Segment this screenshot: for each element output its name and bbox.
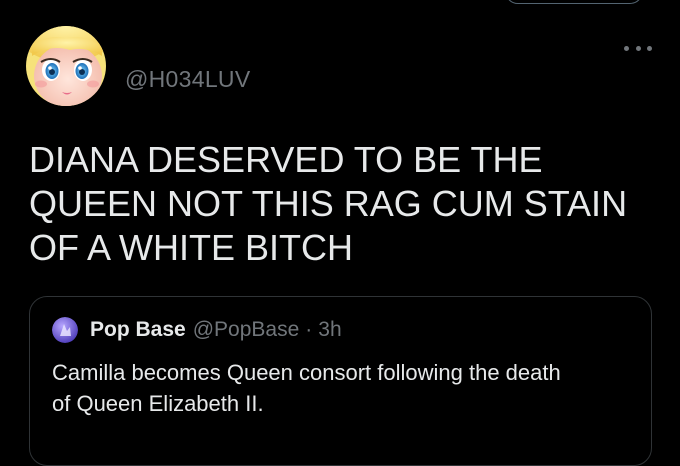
more-dot bbox=[635, 45, 641, 51]
top-button-edge[interactable] bbox=[505, 0, 643, 4]
tweet-text: DIANA DESERVED TO BE THE QUEEN NOT THIS … bbox=[29, 138, 659, 270]
header-separator: · bbox=[305, 318, 313, 341]
quoted-author-handle[interactable]: @PopBase bbox=[193, 318, 300, 342]
peach-avatar-icon[interactable] bbox=[26, 26, 106, 106]
quoted-text-line: of Queen Elizabeth II. bbox=[52, 391, 264, 416]
tweet-text-line: OF A WHITE BITCH bbox=[29, 227, 354, 268]
more-dot bbox=[624, 45, 629, 51]
author-handle[interactable]: @H034LUV bbox=[125, 66, 250, 93]
quoted-timestamp[interactable]: 3h bbox=[318, 318, 341, 342]
more-dot bbox=[647, 45, 652, 51]
popbase-avatar-icon[interactable] bbox=[52, 317, 78, 343]
quoted-tweet-header: Pop Base @PopBase · 3h bbox=[52, 317, 342, 343]
tweet-text-line: DIANA DESERVED TO BE THE bbox=[29, 139, 543, 180]
quoted-author-name[interactable]: Pop Base bbox=[90, 318, 186, 342]
quoted-tweet-text: Camilla becomes Queen consort following … bbox=[52, 357, 632, 419]
more-options-icon[interactable] bbox=[624, 38, 652, 58]
tweet-text-line: QUEEN NOT THIS RAG CUM STAIN bbox=[29, 183, 628, 224]
quoted-text-line: Camilla becomes Queen consort following … bbox=[52, 360, 561, 385]
